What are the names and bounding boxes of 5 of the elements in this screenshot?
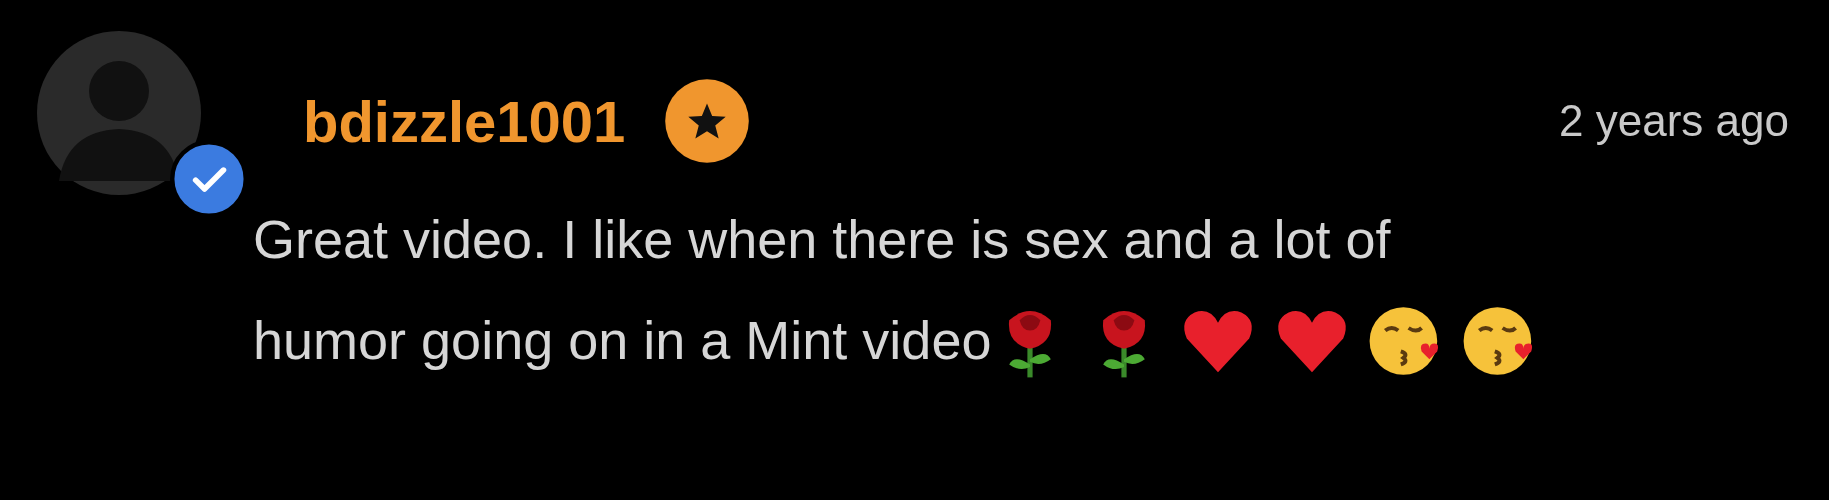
timestamp: 2 years ago — [1559, 96, 1789, 146]
comment-text-line: Great video. I like when there is sex and a lot of — [253, 208, 1391, 271]
comment-text-line: humor going on in a Mint video — [253, 309, 992, 372]
username[interactable]: bdizzle1001 — [303, 87, 626, 155]
avatar[interactable] — [37, 31, 201, 195]
